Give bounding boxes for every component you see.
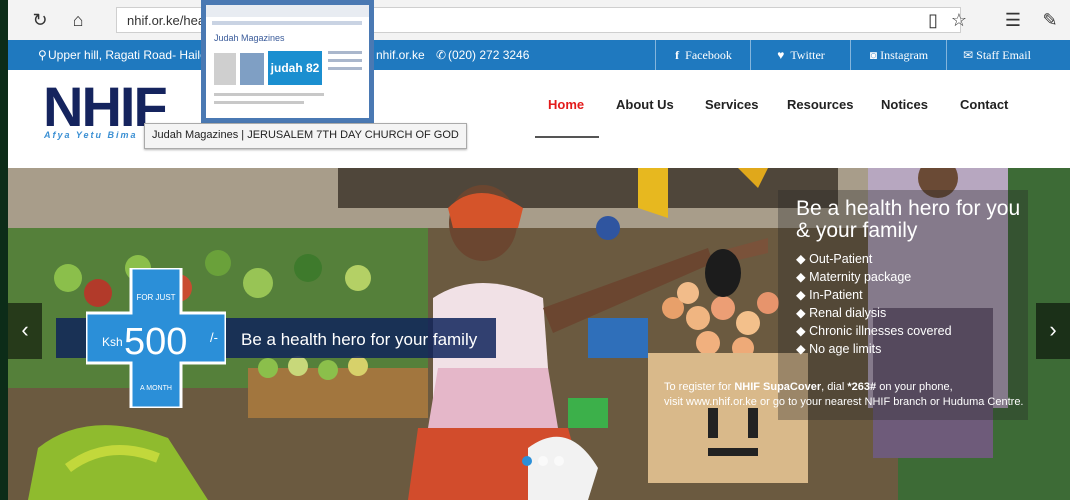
instagram-icon: ◙ <box>869 48 878 62</box>
site-header: NHIF Afya Yetu Bima Home About Us Servic… <box>8 70 1070 168</box>
nav-resources[interactable]: Resources <box>787 97 853 112</box>
preview-header-strip <box>206 5 369 17</box>
browser-toolbar: ↻ ⌂ nhif.or.ke/healt ▯ ☆ ☰ ✎ <box>8 0 1070 41</box>
nav-home[interactable]: Home <box>548 97 584 112</box>
active-nav-underline <box>535 136 599 138</box>
badge-suffix: /- <box>210 330 218 345</box>
staff-email-label: Staff Email <box>976 48 1031 62</box>
email-icon: ✉ <box>963 48 974 62</box>
diamond-bullet-icon: ◆ <box>796 270 810 284</box>
preview-heading: Judah Magazines <box>214 33 285 43</box>
instagram-link[interactable]: ◙ Instagram <box>850 40 947 70</box>
preview-line <box>328 67 362 70</box>
benefit-item: ◆ Chronic illnesses covered <box>796 324 952 338</box>
browser-window: ↻ ⌂ nhif.or.ke/healt ▯ ☆ ☰ ✎ ⚲ Upper hil… <box>8 0 1070 500</box>
preview-line <box>328 59 362 62</box>
diamond-bullet-icon: ◆ <box>796 288 810 302</box>
diamond-bullet-icon: ◆ <box>796 306 810 320</box>
tab-tooltip: Judah Magazines | JERUSALEM 7TH DAY CHUR… <box>144 123 467 149</box>
address-text: Upper hill, Ragati Road- Haile S <box>48 48 219 62</box>
phone-text: (020) 272 3246 <box>448 48 530 62</box>
registration-info: To register for NHIF SupaCover, dial *26… <box>664 381 1024 408</box>
preview-line <box>328 51 362 54</box>
nav-about-us[interactable]: About Us <box>616 97 674 112</box>
benefit-item: ◆ Renal dialysis <box>796 306 887 320</box>
diamond-bullet-icon: ◆ <box>796 324 810 338</box>
slider-dot[interactable] <box>554 456 564 466</box>
hero-slider: ‹ › FOR JUST Ksh 500 /- A MONTH Be a hea… <box>8 168 1070 500</box>
facebook-link[interactable]: f Facebook <box>655 40 751 70</box>
preview-image <box>240 53 264 85</box>
facebook-icon: f <box>675 48 680 62</box>
instagram-label: Instagram <box>880 48 929 62</box>
reading-view-icon[interactable]: ▯ <box>921 8 945 32</box>
nav-notices[interactable]: Notices <box>881 97 928 112</box>
home-icon[interactable]: ⌂ <box>66 8 90 32</box>
diamond-bullet-icon: ◆ <box>796 342 810 356</box>
slider-prev-arrow[interactable]: ‹ <box>8 303 42 359</box>
favorites-list-icon[interactable]: ☰ <box>1001 8 1025 32</box>
preview-judah-logo: judah 82 <box>268 51 322 85</box>
slider-dot-active[interactable] <box>522 456 532 466</box>
preview-line <box>214 93 324 96</box>
slider-dot[interactable] <box>538 456 548 466</box>
nav-contact[interactable]: Contact <box>960 97 1008 112</box>
benefits-title: Be a health hero for you & your family <box>796 197 1021 242</box>
url-text: nhif.or.ke/healt <box>127 13 212 28</box>
badge-amount: 500 <box>124 321 187 363</box>
promo-text: Be a health hero for your family <box>241 330 478 349</box>
logo-tagline: Afya Yetu Bima <box>44 130 138 140</box>
refresh-icon[interactable]: ↻ <box>28 8 52 32</box>
benefit-item: ◆ In-Patient <box>796 288 863 302</box>
price-cross-badge: FOR JUST Ksh 500 /- A MONTH <box>86 268 226 408</box>
preview-line <box>214 101 304 104</box>
twitter-icon: ♥ <box>777 48 785 62</box>
chevron-right-icon: › <box>1049 317 1057 342</box>
phone-icon: ✆ <box>436 48 447 62</box>
benefit-item: ◆ Out-Patient <box>796 252 873 266</box>
badge-bottom-text: A MONTH <box>140 385 172 392</box>
twitter-link[interactable]: ♥ Twitter <box>750 40 851 70</box>
contact-info-bar: ⚲ Upper hill, Ragati Road- Haile S nhif.… <box>8 40 1070 70</box>
nav-services[interactable]: Services <box>705 97 759 112</box>
tab-preview-thumbnail[interactable]: Judah Magazines judah 82 <box>201 0 374 123</box>
preview-image <box>214 53 236 85</box>
location-icon: ⚲ <box>38 48 47 62</box>
chevron-left-icon: ‹ <box>21 317 29 342</box>
slider-next-arrow[interactable]: › <box>1036 303 1070 359</box>
diamond-bullet-icon: ◆ <box>796 252 810 266</box>
preview-nav-strip <box>212 21 362 25</box>
twitter-label: Twitter <box>790 48 825 62</box>
favorite-star-icon[interactable]: ☆ <box>947 8 971 32</box>
pen-icon[interactable]: ✎ <box>1038 8 1062 32</box>
benefit-item: ◆ Maternity package <box>796 270 912 284</box>
website-link[interactable]: nhif.or.ke <box>376 48 425 62</box>
benefit-item: ◆ No age limits <box>796 342 882 356</box>
badge-top-text: FOR JUST <box>136 293 175 302</box>
badge-currency: Ksh <box>102 335 123 349</box>
staff-email-link[interactable]: ✉ Staff Email <box>946 40 1047 70</box>
facebook-label: Facebook <box>685 48 732 62</box>
